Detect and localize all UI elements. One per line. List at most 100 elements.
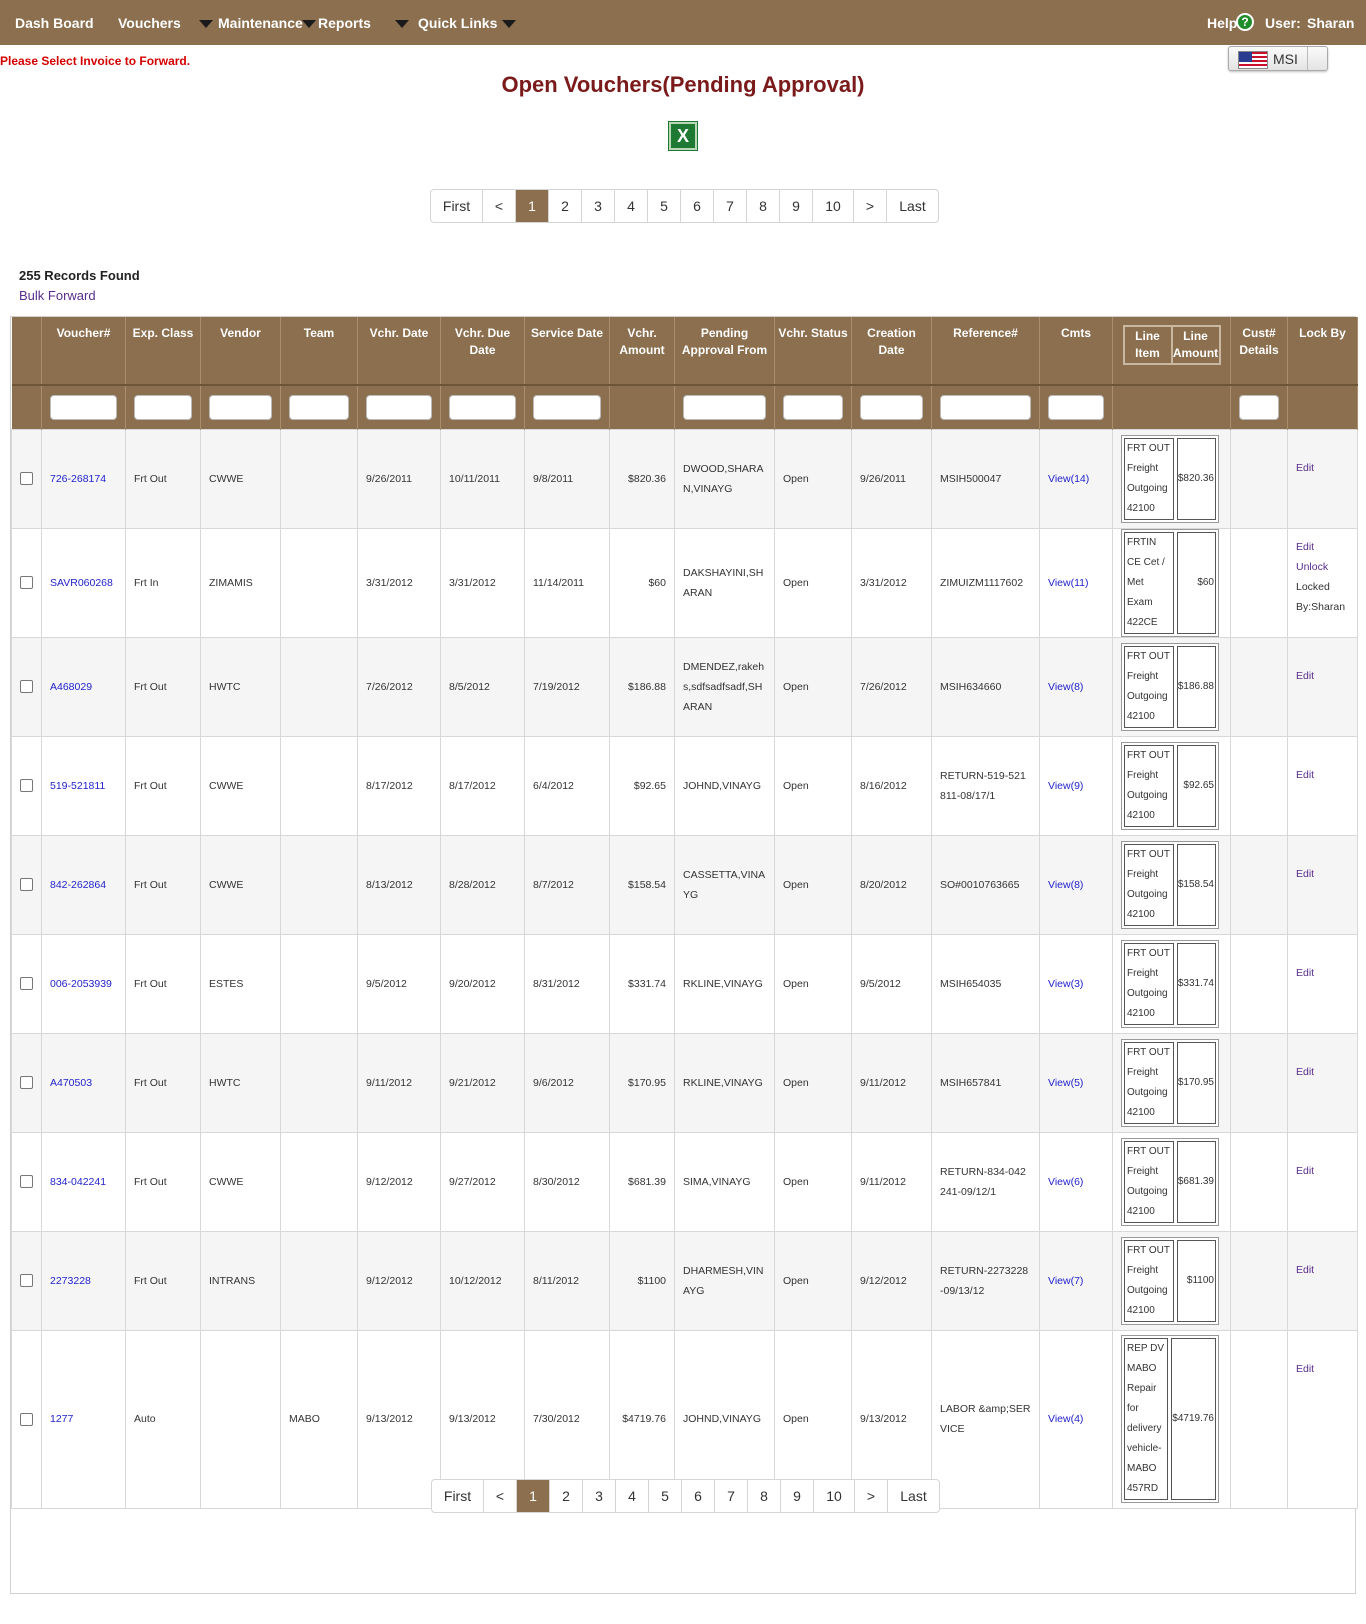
reports-dropdown-icon[interactable] bbox=[395, 20, 409, 28]
pager-page[interactable]: 2 bbox=[550, 1480, 583, 1512]
pager-page[interactable]: 3 bbox=[583, 1480, 616, 1512]
vouchers-dropdown-icon[interactable] bbox=[199, 20, 213, 28]
language-selector[interactable]: MSI bbox=[1228, 46, 1328, 71]
pager-page[interactable]: 5 bbox=[649, 1480, 682, 1512]
unlock-link[interactable]: Unlock bbox=[1296, 557, 1349, 577]
row-checkbox[interactable] bbox=[20, 1274, 33, 1287]
pager-page[interactable]: 2 bbox=[549, 190, 582, 222]
col-pending-from[interactable]: Pending Approval From bbox=[674, 317, 775, 385]
row-checkbox[interactable] bbox=[20, 576, 33, 589]
maintenance-dropdown-icon[interactable] bbox=[302, 20, 316, 28]
voucher-link[interactable]: A468029 bbox=[50, 681, 92, 693]
row-checkbox[interactable] bbox=[20, 680, 33, 693]
filter-vendor-input[interactable] bbox=[209, 394, 272, 420]
col-creation-date[interactable]: Creation Date bbox=[851, 317, 932, 385]
comments-link[interactable]: View(3) bbox=[1048, 978, 1083, 990]
col-voucher[interactable]: Voucher# bbox=[41, 317, 126, 385]
col-lock-by[interactable]: Lock By bbox=[1287, 317, 1358, 385]
row-checkbox[interactable] bbox=[20, 977, 33, 990]
filter-pending-from-input[interactable] bbox=[683, 394, 766, 420]
col-service-date[interactable]: Service Date bbox=[524, 317, 610, 385]
row-checkbox[interactable] bbox=[20, 1412, 33, 1426]
nav-maintenance[interactable]: Maintenance bbox=[218, 15, 303, 31]
filter-reference-input[interactable] bbox=[940, 394, 1031, 420]
edit-link[interactable]: Edit bbox=[1296, 670, 1314, 682]
pager-first[interactable]: First bbox=[432, 1480, 484, 1512]
pager-prev[interactable]: < bbox=[483, 190, 516, 222]
voucher-link[interactable]: SAVR060268 bbox=[50, 577, 113, 589]
excel-export-icon[interactable]: X bbox=[668, 121, 698, 151]
pager-page[interactable]: 3 bbox=[582, 190, 615, 222]
edit-link[interactable]: Edit bbox=[1296, 462, 1314, 474]
nav-dashboard[interactable]: Dash Board bbox=[15, 15, 94, 31]
pager-page[interactable]: 7 bbox=[715, 1480, 748, 1512]
col-vchr-date[interactable]: Vchr. Date bbox=[357, 317, 441, 385]
comments-link[interactable]: View(6) bbox=[1048, 1176, 1083, 1188]
comments-link[interactable]: View(9) bbox=[1048, 780, 1083, 792]
voucher-link[interactable]: 1277 bbox=[50, 1413, 73, 1425]
comments-link[interactable]: View(14) bbox=[1048, 473, 1089, 485]
edit-link[interactable]: Edit bbox=[1296, 967, 1314, 979]
filter-status-input[interactable] bbox=[783, 394, 843, 420]
row-checkbox[interactable] bbox=[20, 472, 33, 485]
voucher-link[interactable]: A470503 bbox=[50, 1077, 92, 1089]
filter-exp-class-input[interactable] bbox=[134, 394, 192, 420]
comments-link[interactable]: View(4) bbox=[1048, 1413, 1083, 1425]
comments-link[interactable]: View(5) bbox=[1048, 1077, 1083, 1089]
help-icon[interactable]: ? bbox=[1236, 13, 1254, 31]
nav-vouchers[interactable]: Vouchers bbox=[118, 15, 181, 31]
voucher-link[interactable]: 726-268174 bbox=[50, 473, 106, 485]
col-cust-details[interactable]: Cust# Details bbox=[1230, 317, 1288, 385]
col-cmts[interactable]: Cmts bbox=[1039, 317, 1113, 385]
edit-link[interactable]: Edit bbox=[1296, 868, 1314, 880]
row-checkbox[interactable] bbox=[20, 878, 33, 891]
col-reference[interactable]: Reference# bbox=[931, 317, 1040, 385]
row-checkbox[interactable] bbox=[20, 779, 33, 792]
voucher-link[interactable]: 842-262864 bbox=[50, 879, 106, 891]
pager-page[interactable]: 6 bbox=[682, 1480, 715, 1512]
pager-page[interactable]: 8 bbox=[748, 1480, 781, 1512]
edit-link[interactable]: Edit bbox=[1296, 1264, 1314, 1276]
filter-service-date-input[interactable] bbox=[533, 394, 601, 420]
pager-last[interactable]: Last bbox=[888, 1480, 939, 1512]
voucher-link[interactable]: 519-521811 bbox=[50, 780, 105, 792]
edit-link[interactable]: Edit bbox=[1296, 1363, 1314, 1375]
comments-link[interactable]: View(8) bbox=[1048, 879, 1083, 891]
col-vchr-amount[interactable]: Vchr. Amount bbox=[609, 317, 675, 385]
pager-page[interactable]: 4 bbox=[615, 190, 648, 222]
pager-page[interactable]: 8 bbox=[747, 190, 780, 222]
filter-team-input[interactable] bbox=[289, 394, 349, 420]
filter-voucher-input[interactable] bbox=[50, 394, 117, 420]
filter-creation-date-input[interactable] bbox=[860, 394, 923, 420]
pager-last[interactable]: Last bbox=[887, 190, 938, 222]
nav-reports[interactable]: Reports bbox=[318, 15, 371, 31]
pager-prev[interactable]: < bbox=[484, 1480, 517, 1512]
row-checkbox[interactable] bbox=[20, 1076, 33, 1089]
pager-page[interactable]: 1 bbox=[516, 190, 549, 222]
pager-page[interactable]: 9 bbox=[780, 190, 813, 222]
col-vendor[interactable]: Vendor bbox=[200, 317, 281, 385]
pager-next[interactable]: > bbox=[854, 190, 887, 222]
edit-link[interactable]: Edit bbox=[1296, 769, 1314, 781]
col-exp-class[interactable]: Exp. Class bbox=[125, 317, 201, 385]
edit-link[interactable]: Edit bbox=[1296, 537, 1349, 557]
comments-link[interactable]: View(11) bbox=[1048, 577, 1088, 589]
pager-page[interactable]: 1 bbox=[517, 1480, 550, 1512]
pager-first[interactable]: First bbox=[431, 190, 483, 222]
col-vchr-status[interactable]: Vchr. Status bbox=[774, 317, 852, 385]
pager-page[interactable]: 7 bbox=[714, 190, 747, 222]
quick-links-dropdown-icon[interactable] bbox=[502, 20, 516, 28]
pager-page[interactable]: 4 bbox=[616, 1480, 649, 1512]
comments-link[interactable]: View(8) bbox=[1048, 681, 1083, 693]
nav-quick-links[interactable]: Quick Links bbox=[418, 15, 497, 31]
row-checkbox[interactable] bbox=[20, 1175, 33, 1188]
pager-page[interactable]: 10 bbox=[813, 190, 854, 222]
nav-help[interactable]: Help bbox=[1207, 15, 1237, 31]
pager-page[interactable]: 6 bbox=[681, 190, 714, 222]
col-team[interactable]: Team bbox=[280, 317, 358, 385]
col-vchr-due-date[interactable]: Vchr. Due Date bbox=[440, 317, 525, 385]
filter-vchr-date-input[interactable] bbox=[366, 394, 432, 420]
pager-next[interactable]: > bbox=[855, 1480, 888, 1512]
pager-page[interactable]: 5 bbox=[648, 190, 681, 222]
pager-page[interactable]: 9 bbox=[781, 1480, 814, 1512]
